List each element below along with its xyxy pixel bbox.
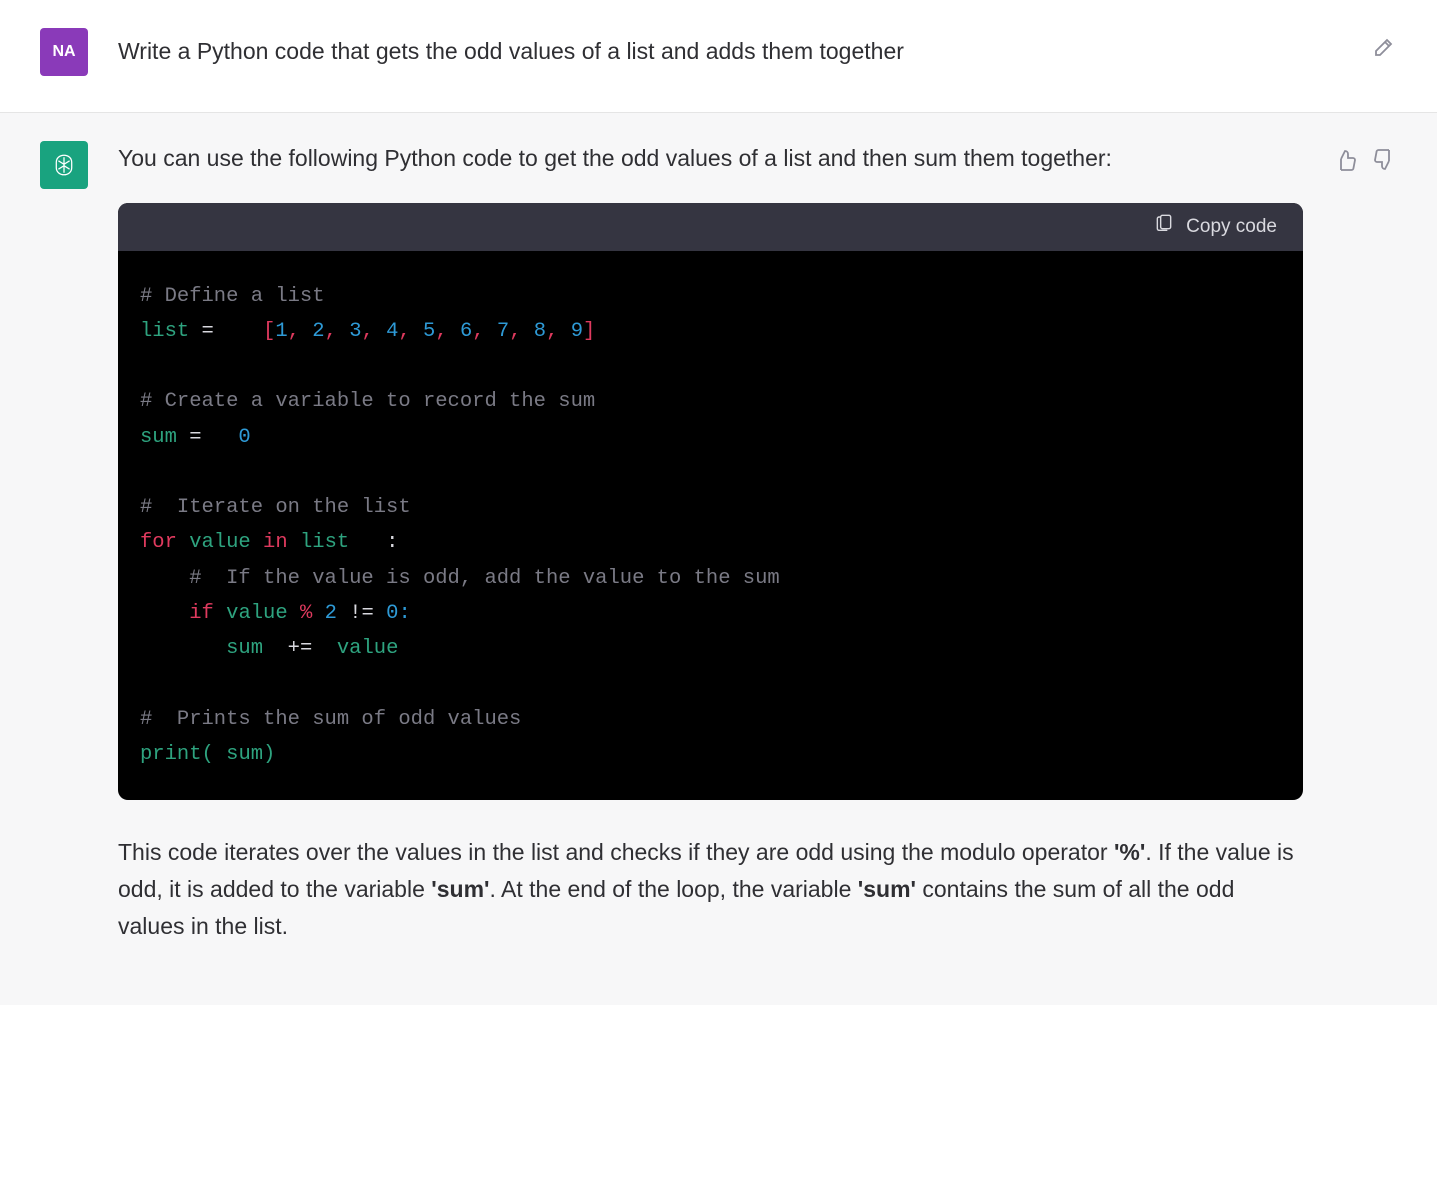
openai-logo-icon [50, 151, 78, 179]
assistant-explanation: This code iterates over the values in th… [118, 834, 1303, 944]
copy-code-label: Copy code [1186, 212, 1277, 241]
assistant-message-row: You can use the following Python code to… [0, 113, 1437, 1005]
copy-code-button[interactable]: Copy code [1154, 212, 1277, 241]
clipboard-icon [1154, 212, 1174, 241]
user-message-text: Write a Python code that gets the odd va… [118, 28, 1341, 76]
edit-icon[interactable] [1371, 34, 1397, 60]
user-message-row: NA Write a Python code that gets the odd… [0, 0, 1437, 113]
thumbs-up-icon[interactable] [1333, 147, 1359, 173]
code-block: Copy code # Define a list list = [1, 2, … [118, 203, 1303, 801]
assistant-message-body: You can use the following Python code to… [118, 141, 1303, 945]
thumbs-down-icon[interactable] [1371, 147, 1397, 173]
user-avatar-initials: NA [52, 43, 75, 61]
assistant-message-actions [1333, 141, 1397, 945]
code-content: # Define a list list = [1, 2, 3, 4, 5, 6… [118, 251, 1303, 801]
assistant-intro-text: You can use the following Python code to… [118, 141, 1303, 177]
user-avatar: NA [40, 28, 88, 76]
assistant-avatar [40, 141, 88, 189]
user-message-actions [1371, 28, 1397, 76]
code-block-header: Copy code [118, 203, 1303, 251]
